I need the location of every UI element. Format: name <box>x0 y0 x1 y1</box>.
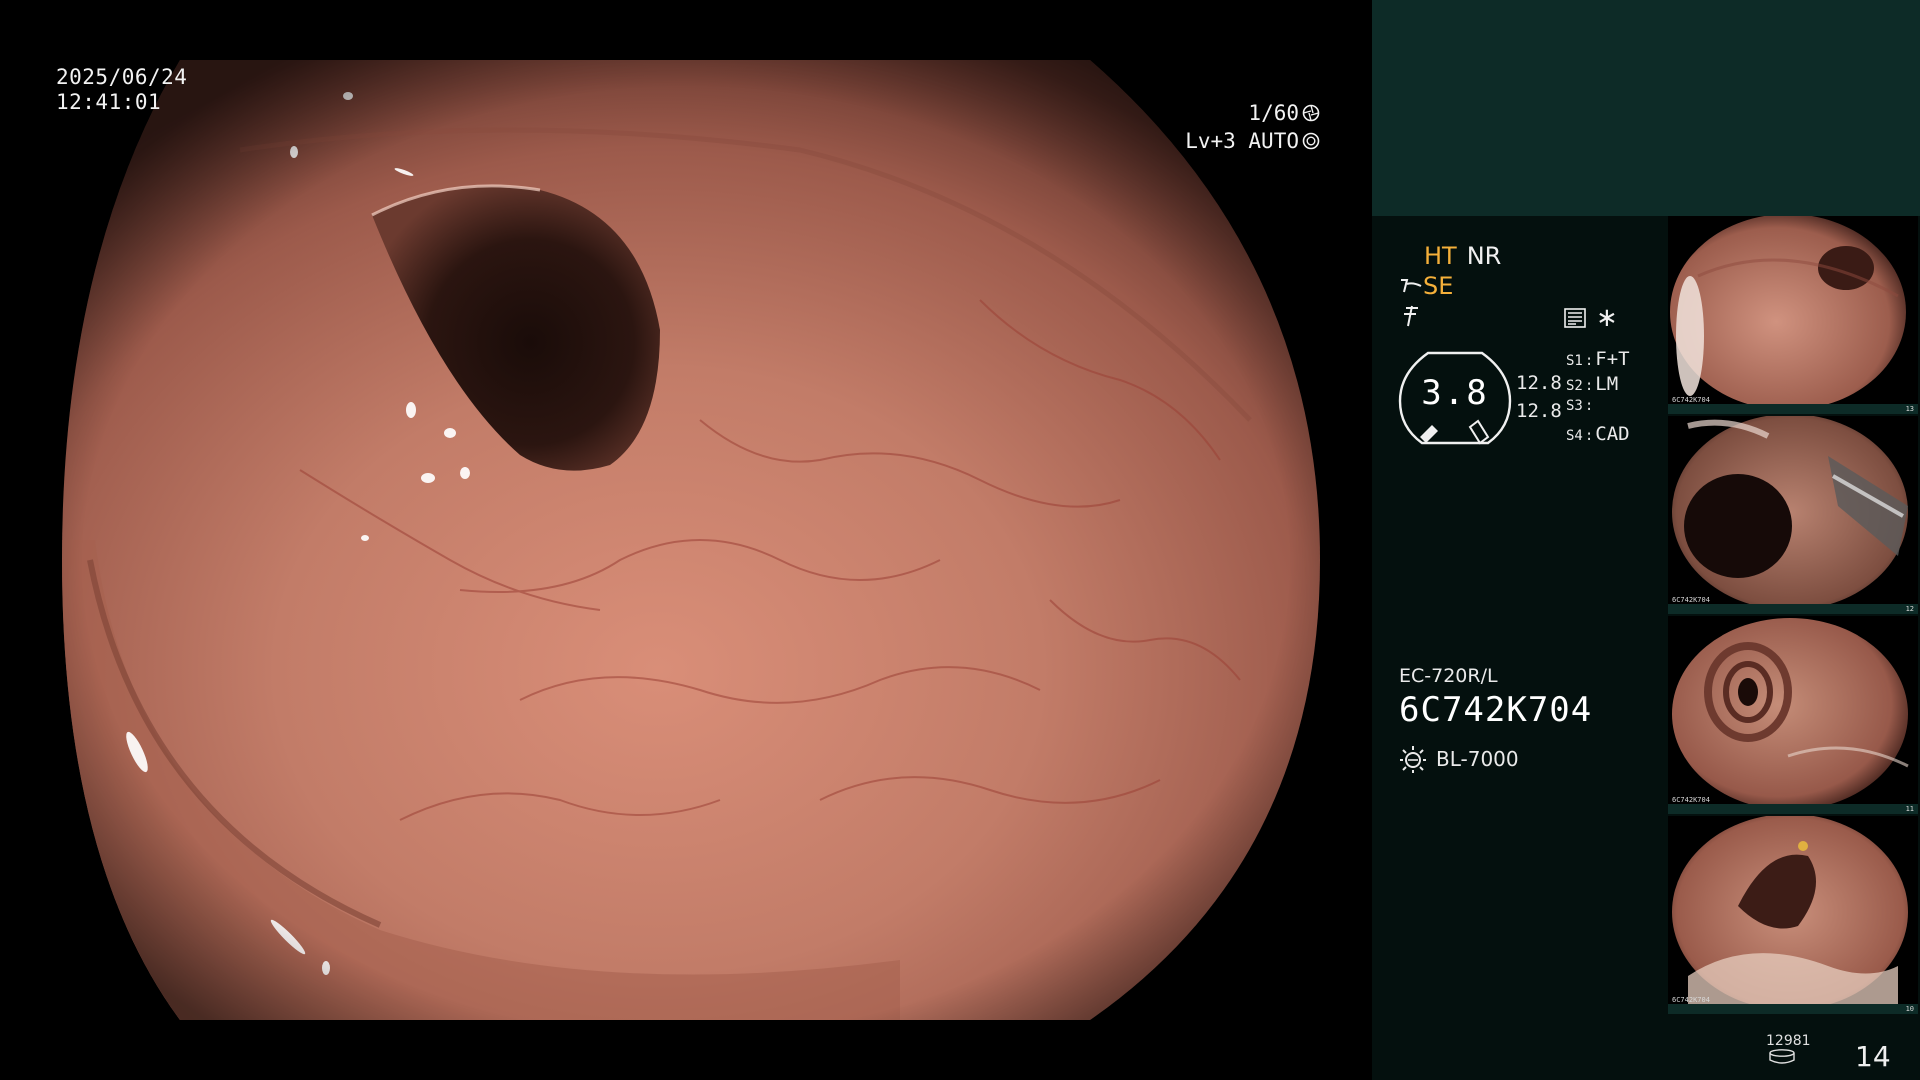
thumbnail-2-image <box>1668 416 1918 614</box>
preset-s3: S3: <box>1566 398 1594 414</box>
preset-s1: S1: F+T <box>1566 348 1630 370</box>
thumbnail-2-bar <box>1668 604 1918 614</box>
thumbnail-1-bar <box>1668 404 1918 414</box>
status-side-panel: HT NR SE ∗ 3.8 12.8 12.8 S1: F+T S2: L… <box>1372 0 1920 1080</box>
thumbnail-1-label: 6C742K704 <box>1672 396 1710 404</box>
enhancement-row: HT NR <box>1424 242 1501 270</box>
storage-disk-icon <box>1769 1049 1795 1064</box>
capture-count: 14 <box>1855 1040 1891 1073</box>
scope-serial: 6C742K704 <box>1399 690 1593 730</box>
side-panel-header-block <box>1372 0 1920 216</box>
structure-enhance-icon <box>1401 279 1422 293</box>
thumbnail-3-label: 6C742K704 <box>1672 796 1710 804</box>
storage-counter: 12981 <box>1766 1033 1811 1065</box>
preset-s1-value: F+T <box>1595 348 1630 370</box>
thumbnail-4-label: 6C742K704 <box>1672 996 1710 1004</box>
ht-mode-label: HT <box>1424 242 1457 270</box>
thumbnail-3-bar <box>1668 804 1918 814</box>
magnification-gauge: 3.8 <box>1398 351 1512 445</box>
thumbnail-1-index: 13 <box>1905 405 1914 413</box>
capture-date: 2025/06/24 <box>56 65 188 89</box>
freeze-disabled-icon <box>1404 305 1418 327</box>
thumbnail-3-index: 11 <box>1905 805 1914 813</box>
thumbnail-2-index: 12 <box>1905 605 1914 613</box>
preset-s1-key: S1 <box>1566 353 1583 369</box>
gauge-reading-top: 12.8 <box>1516 372 1562 394</box>
thumbnail-4-index: 10 <box>1905 1005 1914 1013</box>
preset-s3-key: S3 <box>1566 398 1583 414</box>
processor-settings: HT NR SE ∗ 3.8 12.8 12.8 S1: F+T S2: L… <box>1372 216 1668 1080</box>
thumbnail-4-image <box>1668 816 1918 1014</box>
preset-s4: S4: CAD <box>1566 423 1630 445</box>
gauge-reading-bottom: 12.8 <box>1516 400 1562 422</box>
thumbnail-1[interactable]: 6C742K704 13 <box>1668 216 1918 414</box>
endoscopy-screen: 2025/06/24 12:41:01 1/60 Lv+3 AUTO HT NR… <box>0 0 1920 1080</box>
se-row: SE <box>1399 272 1453 300</box>
scope-model: EC-720R/L <box>1399 665 1498 687</box>
capture-thumbnails: 6C742K704 13 6C742K704 12 6C742K704 11 6… <box>1668 216 1920 1016</box>
thumbnail-3[interactable]: 6C742K704 11 <box>1668 616 1918 814</box>
shutter-line: 1/60 <box>1185 99 1320 127</box>
thumbnail-4[interactable]: 6C742K704 10 <box>1668 816 1918 1014</box>
capture-time: 12:41:01 <box>56 90 162 114</box>
preset-s2-key: S2 <box>1566 378 1583 394</box>
se-mode-label: SE <box>1423 272 1454 300</box>
storage-count-value: 12981 <box>1766 1033 1811 1049</box>
thumbnail-2[interactable]: 6C742K704 12 <box>1668 416 1918 614</box>
color-chart-icon <box>1564 308 1586 328</box>
shutter-icon <box>1302 104 1320 122</box>
colon-lumen-image <box>0 0 1372 1080</box>
main-endoscope-view: 2025/06/24 12:41:01 1/60 Lv+3 AUTO <box>0 0 1372 1080</box>
preset-s4-key: S4 <box>1566 428 1583 444</box>
thumbnail-2-label: 6C742K704 <box>1672 596 1710 604</box>
shutter-speed: 1/60 <box>1248 101 1299 125</box>
preset-s2: S2: LM <box>1566 373 1619 395</box>
lamp-icon <box>1400 746 1426 773</box>
color-mode-row: ∗ <box>1564 303 1618 333</box>
level-line: Lv+3 AUTO <box>1185 127 1320 155</box>
thumbnail-3-image <box>1668 616 1918 814</box>
brightness-level: Lv+3 AUTO <box>1185 129 1299 153</box>
auto-iris-icon <box>1302 132 1320 150</box>
preset-s2-value: LM <box>1595 373 1619 395</box>
asterisk-icon: ∗ <box>1596 303 1618 333</box>
light-source-label: BL-7000 <box>1436 747 1519 771</box>
magnification-value: 3.8 <box>1421 373 1489 413</box>
preset-s4-value: CAD <box>1595 423 1630 445</box>
freeze-row <box>1400 304 1424 328</box>
light-source-row: BL-7000 <box>1398 744 1519 774</box>
thumbnail-4-bar <box>1668 1004 1918 1014</box>
nr-mode-label: NR <box>1466 242 1502 270</box>
thumbnail-1-image <box>1668 216 1918 414</box>
exposure-readout: 1/60 Lv+3 AUTO <box>1185 99 1320 155</box>
